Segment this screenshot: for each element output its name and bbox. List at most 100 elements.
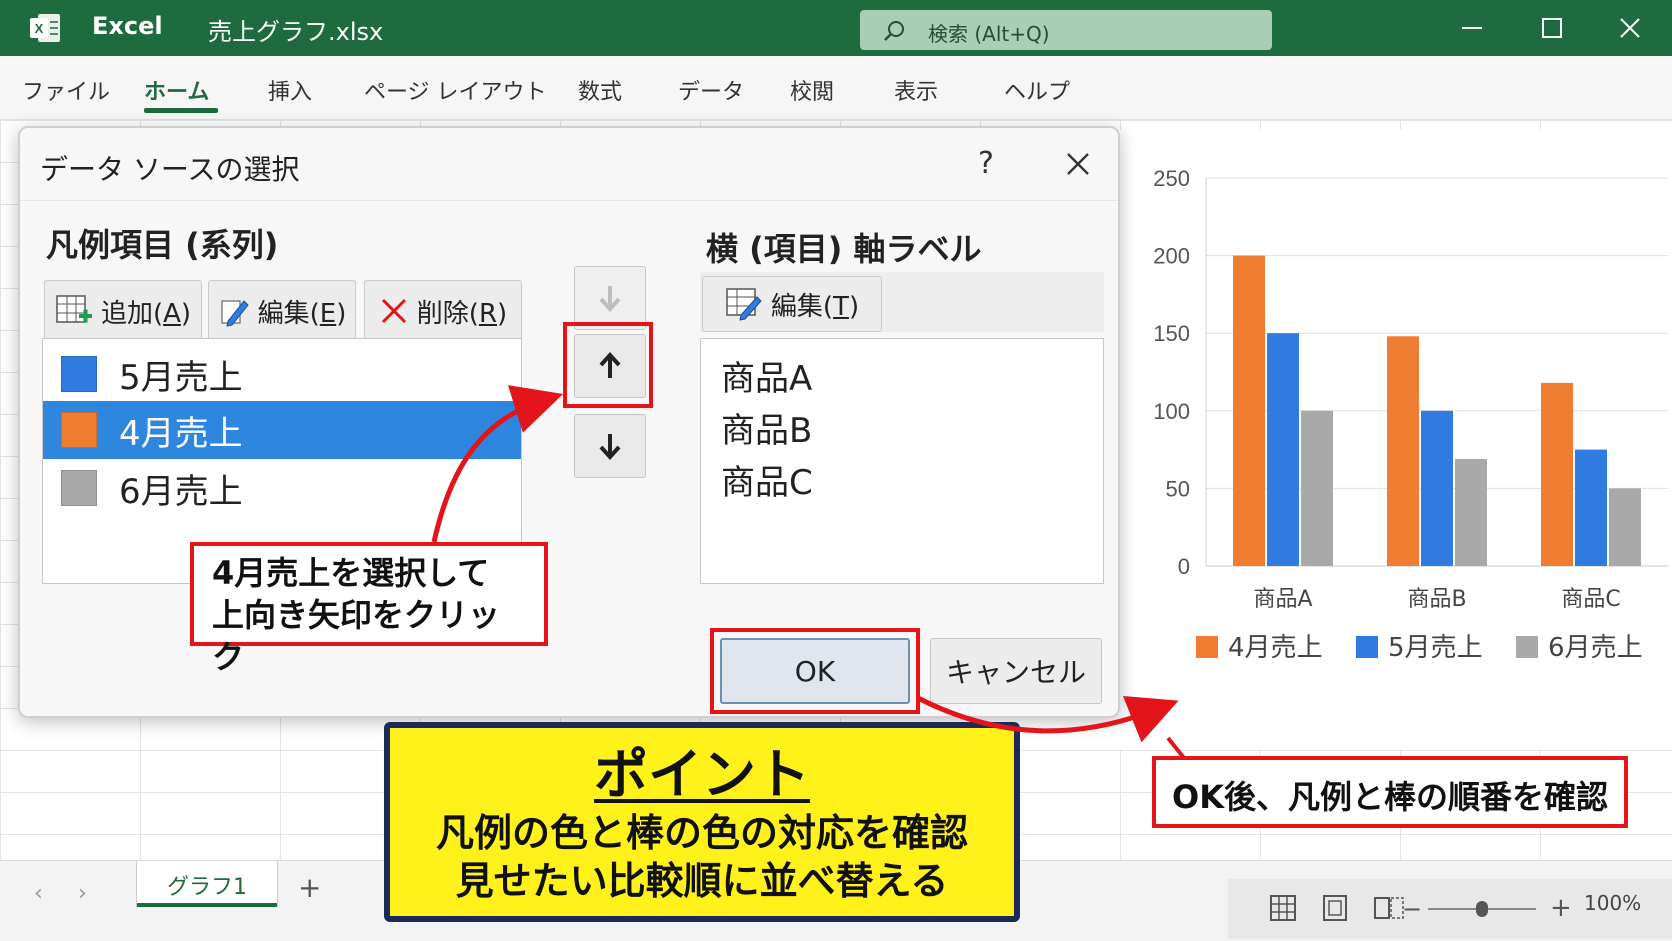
axis-label-item[interactable]: 商品A	[721, 351, 812, 400]
tab-page-layout[interactable]: ページ レイアウト	[364, 74, 547, 106]
legend-label: 5月売上	[1388, 633, 1483, 663]
axis-labels-listbox[interactable]: 商品A 商品B 商品C	[700, 338, 1104, 584]
chart-bar	[1301, 410, 1333, 566]
edit-button-key: E	[319, 298, 337, 329]
tab-insert[interactable]: 挿入	[268, 74, 312, 106]
app-name: Excel	[92, 12, 163, 40]
ribbon-tabs: ファイル ホーム 挿入 ページ レイアウト 数式 データ 校閲 表示 ヘルプ	[0, 56, 1672, 120]
series-item-label: 6月売上	[119, 471, 243, 512]
axis-section-label: 横 (項目) 軸ラベル	[706, 230, 982, 268]
dialog-title: データ ソースの選択	[40, 153, 300, 186]
zoom-slider-thumb[interactable]	[1476, 901, 1488, 917]
zoom-level: 100%	[1584, 891, 1642, 915]
series-item-june[interactable]: 6月売上	[43, 459, 521, 517]
edit-button-suffix: )	[336, 298, 347, 329]
bar-chart[interactable]: 0 50 100 150 200 250 商品A 商品B 商品C 4月売上 5月売上 6月売上	[1120, 130, 1672, 750]
tab-review[interactable]: 校閲	[790, 74, 834, 106]
move-down-disabled-button[interactable]	[574, 266, 646, 330]
delete-series-button[interactable]: 削除(R)	[364, 280, 522, 342]
sheet-tab[interactable]: グラフ1	[136, 861, 278, 907]
chart-bar	[1233, 255, 1265, 566]
arrow-down-icon	[599, 434, 621, 460]
delete-button-label: 削除(	[416, 298, 479, 329]
ok-callout: OK後、凡例と棒の順番を確認	[1152, 756, 1628, 828]
add-button-key: A	[163, 298, 181, 329]
tab-data[interactable]: データ	[678, 74, 744, 106]
chart-bar	[1541, 382, 1573, 566]
add-table-icon	[56, 295, 92, 323]
page-layout-view-icon[interactable]	[1320, 893, 1350, 923]
x-tick-label: 商品A	[1253, 587, 1312, 612]
select-data-source-dialog: データ ソースの選択 ? 凡例項目 (系列) 追加(A) 編集(E) 削除(R)…	[18, 126, 1120, 718]
legend-label: 6月売上	[1548, 633, 1643, 663]
zoom-in-icon[interactable]: +	[1550, 893, 1572, 923]
point-box: ポイント 凡例の色と棒の色の対応を確認 見せたい比較順に並べ替える	[384, 722, 1020, 922]
step-callout-line: 上向き矢印をクリック	[212, 596, 501, 676]
page-break-view-icon[interactable]	[1372, 893, 1406, 923]
edit-axis-button[interactable]: 編集(T)	[702, 276, 882, 332]
chart-bar	[1609, 488, 1641, 566]
series-item-may[interactable]: 5月売上	[43, 345, 521, 403]
search-placeholder: 検索 (Alt+Q)	[928, 22, 1050, 46]
pencil-icon	[221, 300, 249, 327]
add-series-button[interactable]: 追加(A)	[44, 280, 202, 342]
chart-bar	[1575, 449, 1607, 566]
y-tick-label: 0	[1178, 554, 1190, 579]
series-item-label: 5月売上	[119, 357, 243, 398]
legend-label: 4月売上	[1228, 633, 1323, 663]
zoom-out-icon[interactable]: −	[1402, 895, 1422, 923]
legend-swatch	[1356, 636, 1378, 658]
active-tab-indicator	[144, 108, 218, 113]
close-window-icon[interactable]	[1610, 8, 1650, 48]
chart-bar	[1267, 333, 1299, 566]
sheet-prev-icon[interactable]: ‹	[34, 881, 43, 906]
edit-series-button[interactable]: 編集(E)	[208, 280, 356, 342]
minimize-icon[interactable]	[1452, 8, 1492, 48]
y-tick-label: 250	[1153, 166, 1190, 191]
legend-swatch	[1196, 636, 1218, 658]
move-up-highlight	[563, 322, 653, 408]
axis-label-item[interactable]: 商品C	[721, 455, 813, 504]
point-line: 凡例の色と棒の色の対応を確認	[435, 811, 968, 855]
move-down-button[interactable]	[574, 414, 646, 478]
sheet-next-icon[interactable]: ›	[78, 881, 87, 906]
file-name: 売上グラフ.xlsx	[208, 18, 384, 46]
axis-label-item[interactable]: 商品B	[721, 403, 812, 452]
tab-formulas[interactable]: 数式	[578, 74, 622, 106]
y-tick-label: 50	[1166, 476, 1190, 501]
ok-highlight	[710, 628, 920, 714]
delete-button-suffix: )	[497, 298, 508, 329]
x-tick-label: 商品B	[1407, 587, 1466, 612]
legend-swatch	[1516, 636, 1538, 658]
add-button-label: 追加(	[100, 298, 164, 329]
step-callout-line: 4月売上を選択して	[212, 554, 490, 592]
tab-view[interactable]: 表示	[894, 74, 938, 106]
maximize-icon[interactable]	[1532, 8, 1572, 48]
chart-svg: 0 50 100 150 200 250 商品A 商品B 商品C 4月売上 5月売上 6月売上	[1153, 166, 1668, 663]
search-box[interactable]: 検索 (Alt+Q)	[860, 10, 1272, 50]
help-button[interactable]: ?	[978, 146, 994, 181]
search-icon	[884, 21, 904, 41]
title-bar: X Excel 売上グラフ.xlsx 検索 (Alt+Q)	[0, 0, 1672, 56]
normal-view-icon[interactable]	[1268, 893, 1298, 923]
step-callout: 4月売上を選択して 上向き矢印をクリック	[190, 542, 548, 676]
y-tick-label: 200	[1153, 244, 1190, 269]
y-tick-label: 150	[1153, 321, 1190, 346]
point-title: ポイント	[594, 743, 810, 806]
series-item-april[interactable]: 4月売上	[43, 401, 521, 459]
axis-edit-key: T	[833, 291, 849, 322]
tab-file[interactable]: ファイル	[22, 74, 110, 106]
tab-home[interactable]: ホーム	[144, 74, 209, 106]
x-tick-label: 商品C	[1561, 587, 1620, 612]
add-button-suffix: )	[180, 298, 192, 329]
axis-edit-suffix: )	[848, 291, 860, 322]
cancel-button[interactable]: キャンセル	[930, 638, 1102, 704]
series-item-label: 4月売上	[119, 413, 243, 454]
close-icon[interactable]	[1060, 146, 1096, 182]
chart-bar	[1455, 458, 1487, 566]
excel-icon: X	[30, 14, 60, 42]
tab-help[interactable]: ヘルプ	[1004, 74, 1070, 106]
add-sheet-button[interactable]: +	[298, 871, 321, 904]
y-tick-label: 100	[1153, 399, 1190, 424]
series-color-swatch	[61, 412, 97, 448]
